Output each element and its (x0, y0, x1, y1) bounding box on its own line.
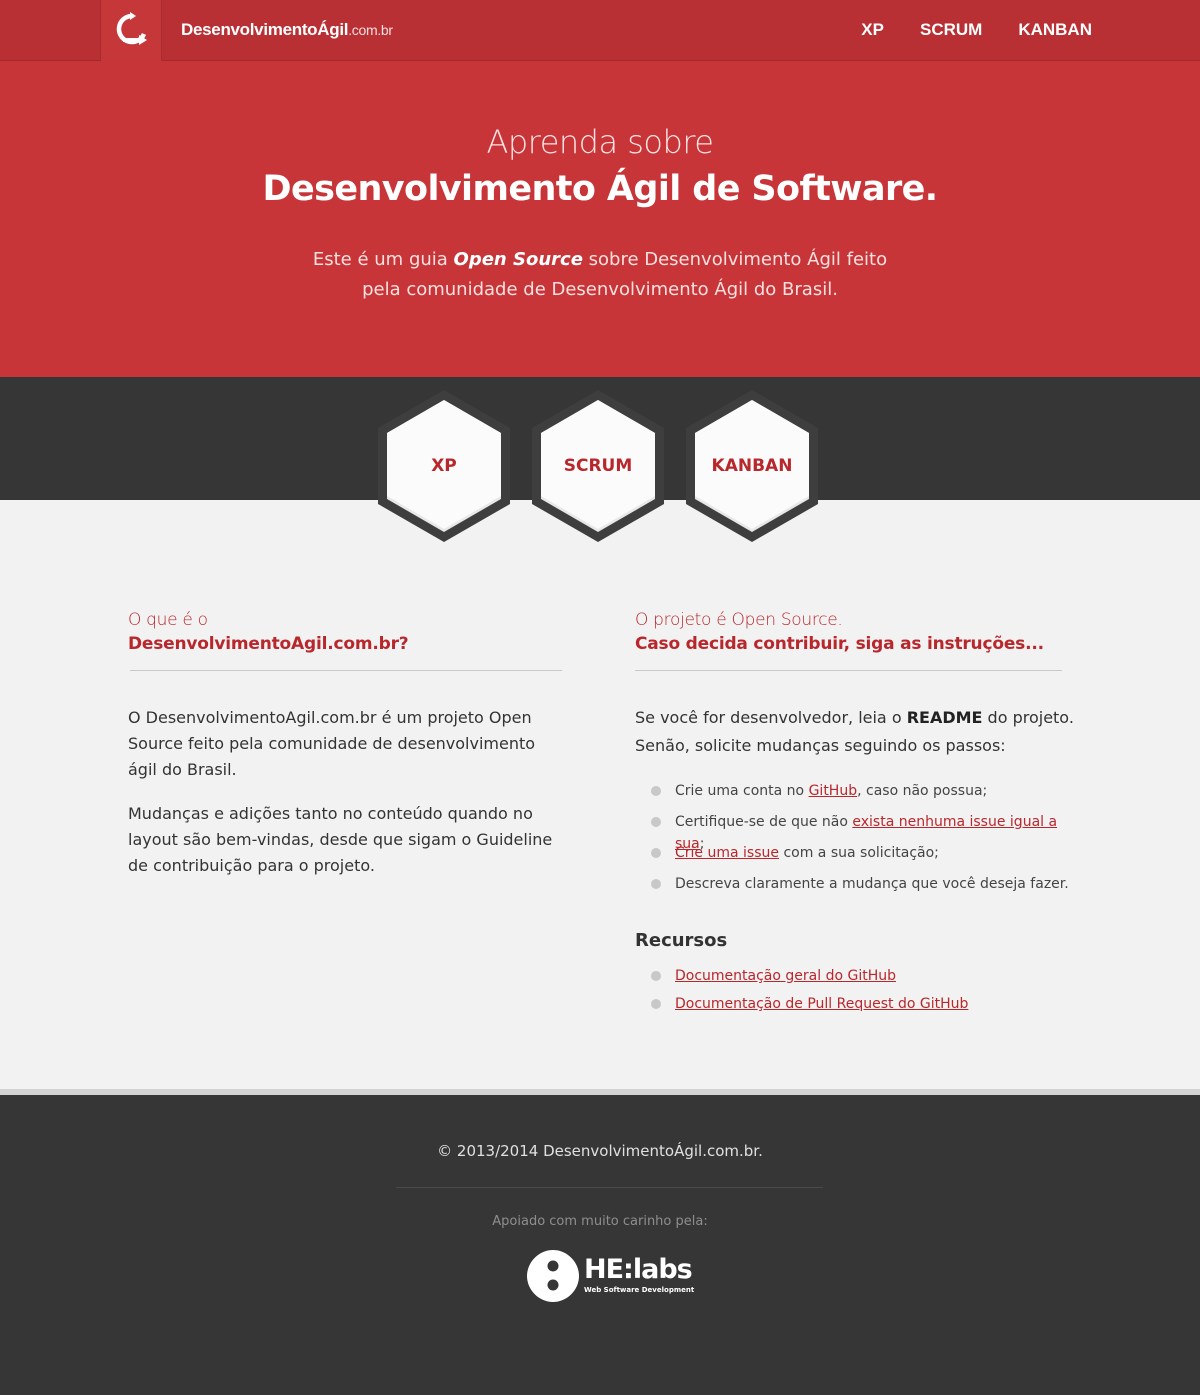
brand-name: DesenvolvimentoÁgil (181, 20, 349, 39)
hero-pre-title: Aprenda sobre (486, 123, 714, 161)
hex-button-kanban[interactable]: KANBAN (684, 388, 820, 544)
hex-label-xp[interactable]: XP (376, 456, 512, 476)
sponsor-name: HE:labs (584, 1254, 693, 1285)
divider (130, 670, 562, 671)
brand-tld: .com.br (348, 22, 393, 38)
list-item: Crie uma issue com a sua solicitação; (651, 842, 1075, 873)
list-item: Certifique-se de que não exista nenhuma … (651, 811, 1075, 852)
step-text: Descreva claramente a mudança que você d… (675, 876, 1069, 892)
sponsor-logo-link[interactable]: HE:labs Web Software Development (526, 1248, 694, 1304)
top-nav: DesenvolvimentoÁgil.com.br XP SCRUM KANB… (0, 0, 1200, 61)
contribute-column: O projeto é Open Source. Caso decida con… (635, 610, 1075, 1021)
hero-section: Aprenda sobre Desenvolvimento Ágil de So… (0, 61, 1200, 377)
support-text: Apoiado com muito carinho pela: (492, 1214, 708, 1229)
logo-link[interactable] (100, 0, 162, 61)
pull-request-docs-link[interactable]: Documentação de Pull Request do GitHub (675, 996, 968, 1012)
step-text: com a sua solicitação; (779, 845, 939, 861)
intro-before: Se você for desenvolvedor, leia o (635, 708, 907, 727)
contribute-pre-title: O projeto é Open Source. (635, 610, 843, 630)
bullet-icon (651, 848, 661, 858)
hero-description: Este é um guia Open Source sobre Desenvo… (300, 245, 900, 305)
about-pre-title: O que é o (128, 610, 208, 630)
hex-label-kanban[interactable]: KANBAN (684, 456, 820, 476)
resources-list: Documentação geral do GitHub Documentaçã… (651, 965, 1075, 1021)
footer: © 2013/2014 DesenvolvimentoÁgil.com.br. … (0, 1095, 1200, 1395)
bullet-icon (651, 786, 661, 796)
nav-links: XP SCRUM KANBAN (861, 20, 1092, 40)
nav-link-scrum[interactable]: SCRUM (920, 20, 982, 40)
cycle-logo-icon (116, 12, 147, 45)
bullet-icon (651, 817, 661, 827)
steps-list: Crie uma conta no GitHub, caso não possu… (651, 780, 1075, 904)
hero-desc-before: Este é um guia (312, 249, 454, 270)
sponsor-tagline: Web Software Development (584, 1286, 695, 1294)
bullet-icon (651, 971, 661, 981)
hex-button-scrum[interactable]: SCRUM (530, 388, 666, 544)
divider (396, 1187, 823, 1188)
copyright: © 2013/2014 DesenvolvimentoÁgil.com.br. (437, 1142, 763, 1160)
step-text: , caso não possua; (857, 783, 988, 799)
hero-desc-emphasis: Open Source (453, 249, 583, 270)
readme-label: README (906, 708, 983, 727)
divider (635, 670, 1062, 671)
nav-link-kanban[interactable]: KANBAN (1018, 20, 1092, 40)
list-item: Crie uma conta no GitHub, caso não possu… (651, 780, 1075, 811)
step-text: Certifique-se de que não (675, 814, 853, 830)
about-paragraph-2: Mudanças e adições tanto no conteúdo qua… (128, 804, 553, 875)
about-title: DesenvolvimentoAgil.com.br? (128, 634, 409, 654)
hex-label-scrum[interactable]: SCRUM (530, 456, 666, 476)
bullet-icon (651, 999, 661, 1009)
hero-title: Desenvolvimento Ágil de Software. (262, 169, 939, 209)
helabs-logo-icon (527, 1250, 579, 1302)
github-link[interactable]: GitHub (809, 783, 858, 799)
brand-link[interactable]: DesenvolvimentoÁgil.com.br (181, 20, 393, 40)
bullet-icon (651, 879, 661, 889)
hex-button-xp[interactable]: XP (376, 388, 512, 544)
list-item: Documentação de Pull Request do GitHub (651, 993, 1075, 1021)
about-paragraph-1: O DesenvolvimentoAgil.com.br é um projet… (128, 708, 536, 779)
resources-title: Recursos (635, 930, 728, 951)
nav-link-xp[interactable]: XP (861, 20, 884, 40)
contribute-title: Caso decida contribuir, siga as instruçõ… (635, 634, 1044, 654)
github-docs-link[interactable]: Documentação geral do GitHub (675, 968, 896, 984)
contribute-intro: Se você for desenvolvedor, leia o README… (635, 704, 1075, 760)
create-issue-link[interactable]: Crie uma issue (675, 845, 779, 861)
about-column: O que é o DesenvolvimentoAgil.com.br? O … (128, 610, 562, 879)
list-item: Descreva claramente a mudança que você d… (651, 873, 1075, 904)
list-item: Documentação geral do GitHub (651, 965, 1075, 993)
step-text: Crie uma conta no (675, 783, 809, 799)
